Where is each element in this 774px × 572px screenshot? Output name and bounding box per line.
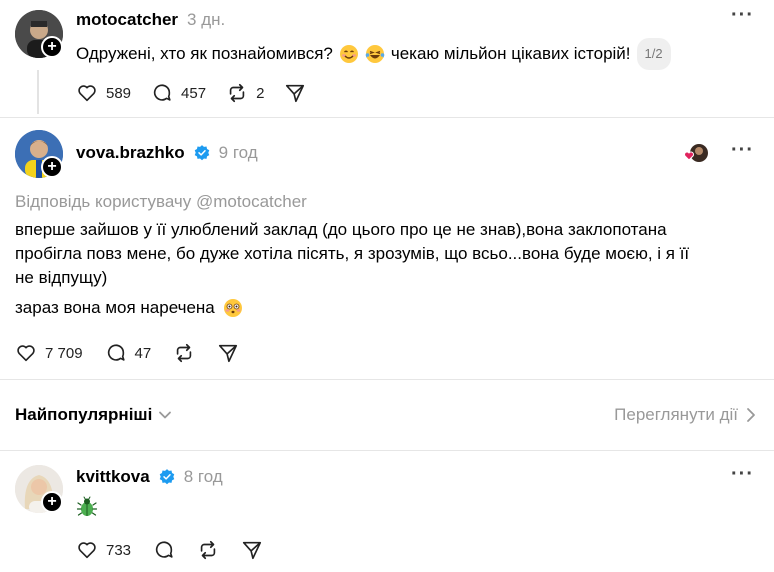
liked-by-author-indicator xyxy=(683,142,711,166)
more-options-icon[interactable]: ··· xyxy=(731,4,754,27)
post-kvittkova: + kvittkova 8 год ··· 733 xyxy=(0,451,774,572)
repost-count: 2 xyxy=(256,84,265,102)
comment-bubble-icon xyxy=(107,344,125,361)
sort-label: Найпопулярніші xyxy=(15,405,153,424)
post-vova-brazhko: + vova.brazhko 9 год ··· Відповідь корис… xyxy=(0,118,774,378)
send-paper-plane-icon xyxy=(242,541,262,560)
beetle-emoji-icon xyxy=(76,496,98,516)
like-button[interactable]: 7 709 xyxy=(15,342,83,364)
laughing-tears-emoji-icon xyxy=(365,45,385,63)
comment-count: 47 xyxy=(134,344,152,362)
sort-bar: Найпопулярніші Переглянути дії xyxy=(0,380,774,450)
follow-plus-icon[interactable]: + xyxy=(41,491,63,513)
repost-button[interactable] xyxy=(197,539,219,561)
verified-badge-icon xyxy=(159,469,174,485)
username[interactable]: kvittkova xyxy=(76,467,150,487)
more-options-icon[interactable]: ··· xyxy=(731,139,754,162)
like-count: 589 xyxy=(106,84,132,102)
repost-icon xyxy=(176,343,192,363)
send-paper-plane-icon xyxy=(286,84,305,103)
share-button[interactable] xyxy=(241,539,263,561)
sort-dropdown[interactable]: Найпопулярніші xyxy=(15,405,172,425)
post-time[interactable]: 9 год xyxy=(219,143,258,163)
send-paper-plane-icon xyxy=(219,344,238,363)
flushed-face-emoji-icon xyxy=(223,299,242,317)
chevron-down-icon xyxy=(159,411,172,419)
thread-page-badge[interactable]: 1/2 xyxy=(636,38,671,70)
share-button[interactable] xyxy=(217,342,239,364)
view-activity-label: Переглянути дії xyxy=(614,405,738,424)
smiling-face-emoji-icon xyxy=(339,45,358,63)
repost-button[interactable]: 2 xyxy=(226,82,264,104)
author-avatar-icon xyxy=(684,144,708,162)
post-time[interactable]: 8 год xyxy=(184,467,223,487)
post-header: vova.brazhko 9 год xyxy=(76,143,258,163)
comment-bubble-icon xyxy=(153,84,171,101)
comment-bubble-icon xyxy=(155,541,173,558)
share-button[interactable] xyxy=(284,82,306,104)
post-text xyxy=(76,496,98,523)
like-button[interactable]: 589 xyxy=(76,82,131,104)
repost-icon xyxy=(229,83,245,103)
view-activity-link[interactable]: Переглянути дії xyxy=(614,405,756,425)
chevron-right-icon xyxy=(747,408,755,422)
like-count: 7 709 xyxy=(45,344,83,362)
like-count: 733 xyxy=(106,541,132,559)
heart-icon xyxy=(78,542,96,559)
comment-button[interactable] xyxy=(153,539,175,561)
heart-icon xyxy=(78,85,96,102)
thread-line xyxy=(37,70,39,114)
like-button[interactable]: 733 xyxy=(76,539,131,561)
post-actions: 7 709 47 xyxy=(15,342,239,364)
verified-badge-icon xyxy=(194,145,209,161)
more-options-icon[interactable]: ··· xyxy=(731,463,754,486)
follow-plus-icon[interactable]: + xyxy=(41,156,63,178)
post-motocatcher: + motocatcher 3 дн. ··· Одружені, хто як… xyxy=(0,0,774,118)
post-text: Одружені, хто як познайомився? чекаю міл… xyxy=(76,38,671,70)
heart-icon xyxy=(17,345,35,362)
reply-to-label: Відповідь користувачу @motocatcher xyxy=(15,192,307,211)
post-actions: 733 xyxy=(76,539,263,561)
comment-button[interactable]: 457 xyxy=(151,82,206,104)
repost-icon xyxy=(200,540,216,560)
username[interactable]: vova.brazhko xyxy=(76,143,185,163)
follow-plus-icon[interactable]: + xyxy=(41,36,63,58)
post-text: вперше зайшов у її улюблений заклад (до … xyxy=(15,220,690,317)
post-actions: 589 457 2 xyxy=(76,82,306,104)
repost-button[interactable] xyxy=(173,342,195,364)
post-header: motocatcher 3 дн. xyxy=(76,10,225,30)
username[interactable]: motocatcher xyxy=(76,10,178,30)
comment-count: 457 xyxy=(181,84,207,102)
post-time[interactable]: 3 дн. xyxy=(187,10,225,30)
post-header: kvittkova 8 год xyxy=(76,467,223,487)
comment-button[interactable]: 47 xyxy=(105,342,152,364)
